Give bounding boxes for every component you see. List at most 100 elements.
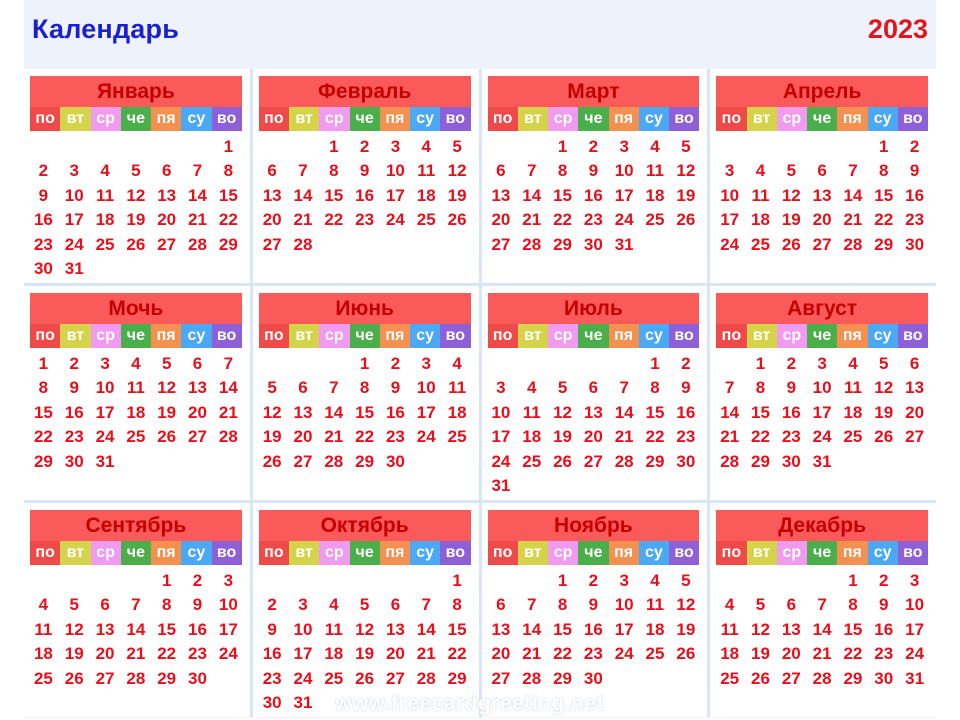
weekday-label: ср	[548, 107, 579, 131]
empty-day-cell	[288, 352, 319, 376]
day-cell: 16	[64, 402, 84, 422]
day-cell: 23	[33, 234, 53, 254]
calendar-title: Календарь	[32, 14, 179, 44]
day-cell: 11	[646, 161, 664, 181]
weekday-label: во	[897, 541, 928, 565]
day-cell: 18	[720, 644, 740, 664]
day-cell: 1	[879, 137, 889, 156]
day-cell: 23	[385, 427, 405, 447]
day-cell: 9	[588, 161, 599, 181]
day-cell: 9	[192, 595, 203, 615]
day-cell: 13	[262, 185, 282, 205]
day-cell: 25	[522, 451, 542, 471]
day-cell: 27	[491, 234, 511, 254]
weekday-label: пя	[608, 541, 639, 565]
days-grid: 1 2 3 4 5 6 7 8 9 10 11 12 13 14 15 16 17 18 19 20 21 22 23 24 2…	[714, 135, 930, 257]
day-cell: 10	[218, 595, 238, 615]
day-cell: 22	[874, 210, 894, 230]
day-cell: 10	[491, 402, 511, 422]
day-cell: 26	[126, 234, 146, 254]
day-cell: 24	[614, 210, 634, 230]
day-cell: 29	[553, 668, 572, 688]
weekday-label: по	[30, 541, 61, 565]
day-cell: 23	[874, 644, 894, 664]
day-cell: 8	[755, 378, 766, 398]
day-cell: 10	[95, 378, 115, 398]
day-cell: 18	[522, 427, 542, 447]
day-cell: 9	[359, 161, 370, 181]
empty-day-cell	[807, 569, 838, 593]
day-cell: 7	[619, 378, 629, 398]
day-cell: 20	[157, 210, 177, 230]
empty-day-cell	[380, 569, 411, 593]
day-cell: 14	[416, 619, 436, 639]
day-cell: 5	[359, 595, 370, 615]
weekday-label: во	[211, 541, 242, 565]
day-cell: 4	[650, 571, 660, 590]
day-cell: 22	[553, 210, 572, 230]
day-cell: 16	[385, 402, 405, 422]
day-cell: 3	[223, 571, 234, 590]
day-cell: 17	[812, 402, 832, 422]
day-cell: 28	[720, 451, 740, 471]
day-cell: 21	[522, 644, 542, 664]
day-cell: 7	[817, 595, 827, 615]
day-cell: 25	[720, 668, 740, 688]
day-cell: 10	[905, 595, 925, 615]
empty-day-cell	[516, 352, 547, 376]
day-cell: 6	[161, 161, 172, 181]
weekday-label: ср	[90, 107, 121, 131]
day-cell: 15	[553, 619, 572, 639]
day-cell: 31	[812, 451, 832, 471]
day-cell: 14	[188, 185, 207, 205]
days-grid: 1 2 3 4 5 6 7 8 9 10 11 12 13 14 15 16 17 18 19 20 21 22 23 24 2…	[28, 569, 244, 691]
days-grid: 1 2 3 4 5 6 7 8 9 10 11 12 13 14 15 16 17 18 19 20 21 22 23 24 2…	[257, 352, 473, 474]
weekday-label: пя	[151, 324, 182, 348]
day-cell: 1	[161, 571, 172, 590]
day-cell: 2	[390, 354, 401, 373]
weekday-label: вт	[517, 324, 548, 348]
weekday-label: во	[669, 324, 700, 348]
day-cell: 22	[843, 644, 863, 664]
day-cell: 1	[650, 354, 660, 373]
day-cell: 4	[724, 595, 735, 615]
weekday-label: пя	[151, 107, 182, 131]
day-cell: 25	[324, 668, 344, 688]
day-cell: 23	[781, 427, 801, 447]
day-cell: 11	[96, 185, 115, 205]
weekday-label: пя	[379, 107, 410, 131]
day-cell: 11	[646, 595, 664, 615]
day-cell: 12	[64, 619, 84, 639]
empty-day-cell	[714, 135, 745, 159]
day-cell: 9	[267, 619, 277, 639]
weekday-label: пя	[608, 324, 639, 348]
day-cell: 23	[355, 210, 375, 230]
month-name: Июль	[487, 293, 700, 325]
weekday-label: по	[487, 324, 518, 348]
day-cell: 13	[812, 185, 832, 205]
day-cell: 21	[416, 644, 436, 664]
empty-day-cell	[609, 352, 640, 376]
day-cell: 2	[909, 137, 920, 156]
day-cell: 15	[645, 402, 665, 422]
weekday-header: по вт ср че пя су во	[716, 107, 928, 131]
day-cell: 25	[645, 644, 665, 664]
day-cell: 2	[786, 354, 797, 373]
day-cell: 14	[522, 619, 542, 639]
weekday-label: су	[638, 107, 669, 131]
month-name: Март	[487, 76, 700, 108]
day-cell: 19	[64, 644, 84, 664]
weekday-label: че	[807, 324, 838, 348]
weekday-label: во	[440, 541, 471, 565]
day-cell: 1	[38, 354, 49, 373]
day-cell: 6	[267, 161, 277, 181]
empty-day-cell	[516, 569, 547, 593]
month-card: Ноябрь по вт ср че пя су во 1 2 3 4 5 6 7 8 9 10 11 12 13 14 1…	[481, 503, 708, 717]
day-cell: 18	[843, 402, 863, 422]
day-cell: 29	[33, 451, 53, 471]
day-cell: 25	[645, 210, 665, 230]
weekday-label: че	[807, 541, 838, 565]
month-name: Мочь	[30, 293, 242, 325]
day-cell: 12	[676, 161, 696, 181]
weekday-label: ср	[319, 541, 350, 565]
